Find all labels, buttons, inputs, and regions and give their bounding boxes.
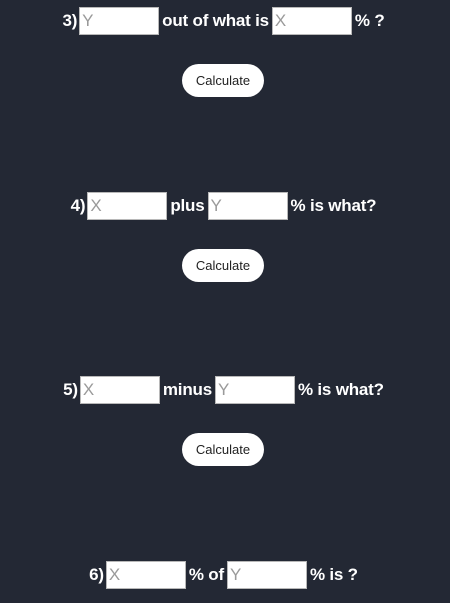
question-4-calculate-button[interactable]: Calculate <box>182 249 264 282</box>
question-5-x-input[interactable] <box>79 376 160 404</box>
question-5-text-2: % is what? <box>297 380 384 399</box>
question-6-y-input[interactable] <box>226 561 307 589</box>
question-5-row: 5) minus % is what? <box>0 375 450 405</box>
question-5-text-1: minus <box>162 380 212 399</box>
question-5-calculate-button[interactable]: Calculate <box>182 433 264 466</box>
question-3-text-1: out of what is <box>162 11 269 30</box>
question-4-number: 4) <box>70 196 86 215</box>
question-3-row: 3) out of what is % ? <box>0 6 450 36</box>
question-6-number: 6) <box>89 565 104 584</box>
question-3-number: 3) <box>62 11 78 30</box>
question-3-calculate-button[interactable]: Calculate <box>182 64 264 97</box>
question-6-text-1: % of <box>188 565 224 584</box>
question-6-row: 6) % of % is ? <box>0 560 450 590</box>
question-6-text-2: % is ? <box>309 565 358 584</box>
question-3-text-2: % ? <box>354 11 385 30</box>
question-3-y-input[interactable] <box>79 7 160 35</box>
question-4-text-2: % is what? <box>290 196 377 215</box>
question-4-row: 4) plus % is what? <box>0 191 450 221</box>
question-4-x-input[interactable] <box>87 192 168 220</box>
question-4-y-input[interactable] <box>207 192 288 220</box>
question-5-number: 5) <box>63 380 78 399</box>
question-3-x-input[interactable] <box>271 7 352 35</box>
question-6-x-input[interactable] <box>105 561 186 589</box>
question-5-y-input[interactable] <box>214 376 295 404</box>
question-4-text-1: plus <box>170 196 205 215</box>
